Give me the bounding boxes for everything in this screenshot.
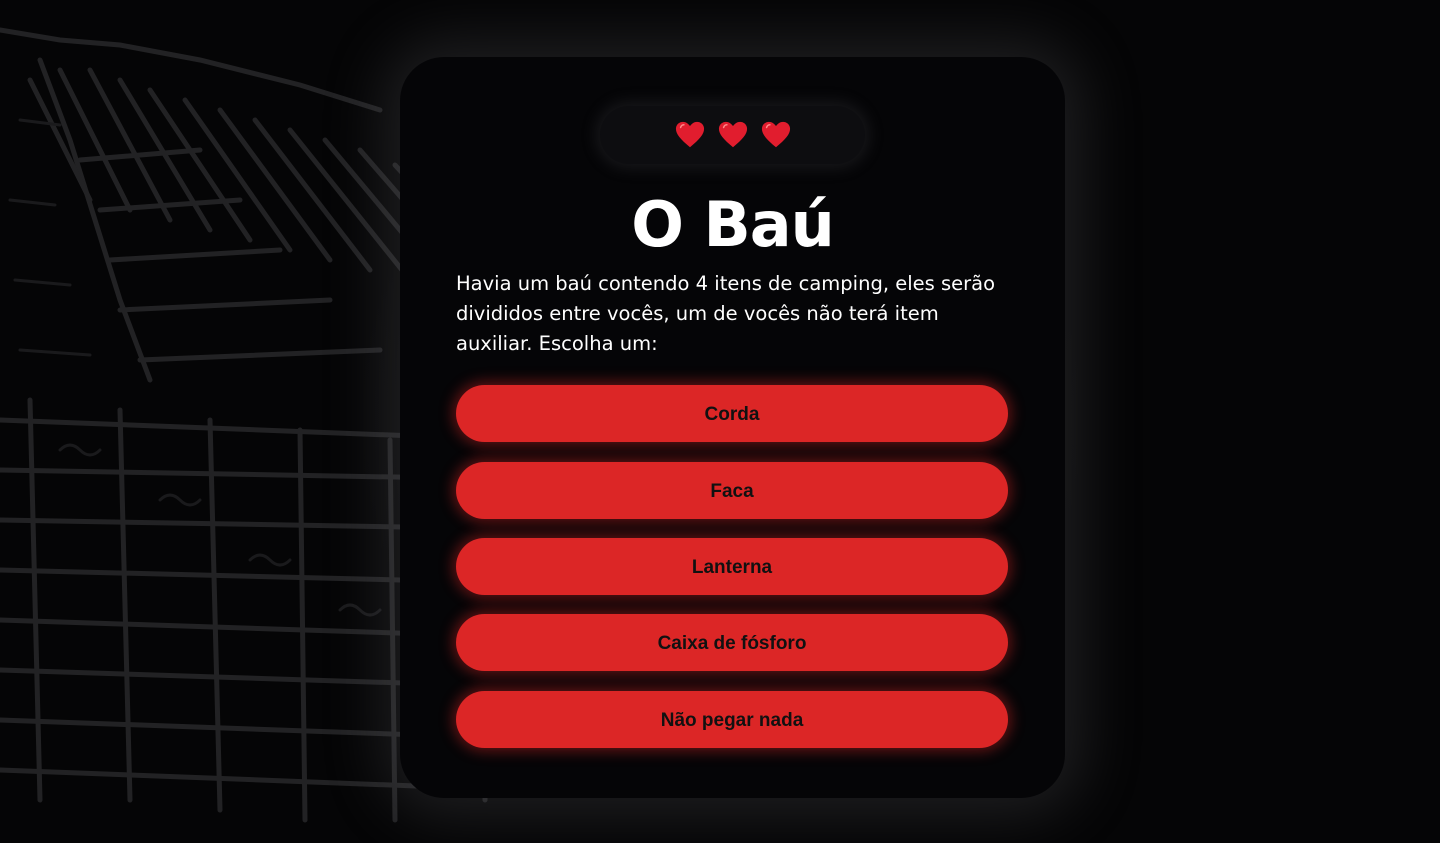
page-title: O Baú — [631, 188, 835, 261]
heart-icon — [675, 121, 704, 148]
game-screen: O Baú Havia um baú contendo 4 itens de c… — [0, 0, 1440, 843]
option-lanterna-button[interactable]: Lanterna — [456, 538, 1008, 595]
game-card: O Baú Havia um baú contendo 4 itens de c… — [400, 57, 1065, 798]
heart-icon — [718, 121, 747, 148]
option-corda-button[interactable]: Corda — [456, 385, 1008, 442]
heart-icon — [761, 121, 790, 148]
lives-bar — [600, 106, 865, 164]
option-faca-button[interactable]: Faca — [456, 462, 1008, 519]
option-caixa-de-fosforo-button[interactable]: Caixa de fósforo — [456, 614, 1008, 671]
option-nao-pegar-nada-button[interactable]: Não pegar nada — [456, 691, 1008, 748]
scenario-description: Havia um baú contendo 4 itens de camping… — [456, 272, 996, 355]
